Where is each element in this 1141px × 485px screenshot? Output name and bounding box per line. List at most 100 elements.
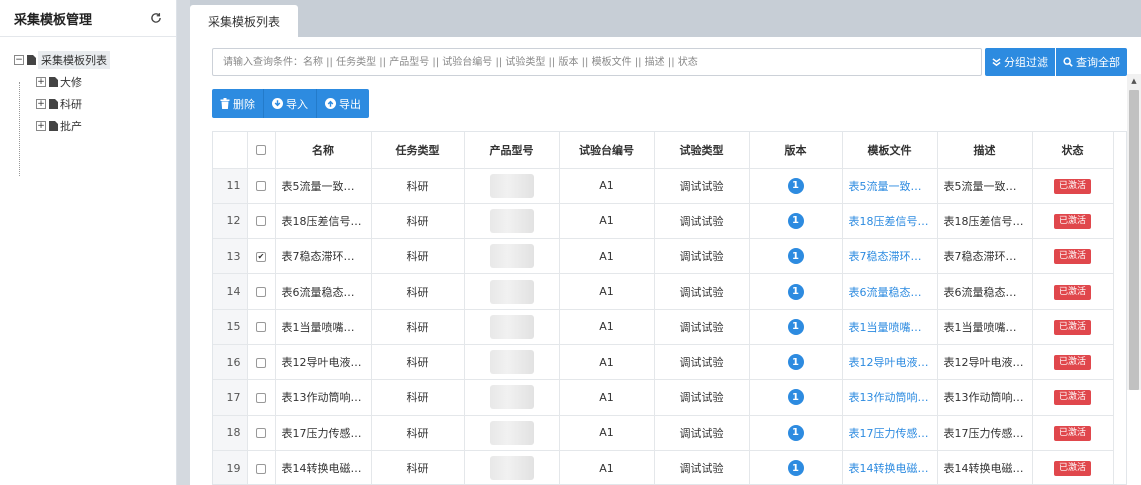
row-checkbox-cell[interactable] xyxy=(246,379,276,416)
file-icon xyxy=(49,99,58,109)
cell-template-file[interactable]: 表6流量稳态… xyxy=(841,273,938,310)
table-row[interactable]: 14 表6流量稳态… 科研 A1 调试试验 1 表6流量稳态… 表6流量稳态… 已激活 xyxy=(213,273,1114,310)
cell-product-model xyxy=(463,273,560,310)
table-row[interactable]: 12 表18压差信号… 科研 A1 调试试验 1 表18压差信号… 表18压差信号… 已激活 xyxy=(213,202,1114,240)
search-icon xyxy=(1063,57,1073,67)
header-version[interactable]: 版本 xyxy=(748,132,843,169)
expand-icon[interactable]: + xyxy=(36,121,46,131)
row-checkbox[interactable] xyxy=(256,392,266,403)
cell-template-file[interactable]: 表7稳态滞环… xyxy=(841,238,938,275)
row-checkbox[interactable] xyxy=(256,287,266,298)
cell-station: A1 xyxy=(558,414,655,451)
cell-station: A1 xyxy=(558,202,655,240)
tree-node-pichan[interactable]: + 批产 xyxy=(14,115,176,137)
search-input[interactable] xyxy=(212,48,982,76)
table-row[interactable]: 16 表12导叶电液… 科研 A1 调试试验 1 表12导叶电液… 表12导叶电液… 已激活 xyxy=(213,343,1114,381)
row-index: 12 xyxy=(213,202,248,240)
group-filter-button[interactable]: 分组过滤 xyxy=(985,48,1055,76)
redacted-value xyxy=(489,173,534,198)
tree-node-label[interactable]: 科研 xyxy=(60,96,82,112)
version-badge: 1 xyxy=(787,460,804,477)
header-template-file[interactable]: 模板文件 xyxy=(841,132,938,169)
cell-product-model xyxy=(463,202,560,240)
header-test-type[interactable]: 试验类型 xyxy=(653,132,750,169)
cell-template-file[interactable]: 表12导叶电液… xyxy=(841,343,938,381)
row-checkbox-cell[interactable] xyxy=(246,343,276,381)
toolbar: 删除 导入 导出 xyxy=(212,89,369,118)
row-checkbox-cell[interactable] xyxy=(246,414,276,451)
row-checkbox[interactable]: ✔ xyxy=(256,251,266,262)
scrollbar-thumb[interactable] xyxy=(1129,90,1139,390)
table-header-row: 名称 任务类型 产品型号 试验台编号 试验类型 版本 模板文件 描述 状态 xyxy=(213,132,1114,169)
header-station[interactable]: 试验台编号 xyxy=(558,132,655,169)
cell-template-file[interactable]: 表1当量喷嘴… xyxy=(841,308,938,345)
cell-name: 表13作动筒响… xyxy=(274,379,372,416)
import-label: 导入 xyxy=(286,97,308,111)
tree-node-keyan[interactable]: + 科研 xyxy=(14,93,176,115)
table-row[interactable]: 19 表14转换电磁… 科研 A1 调试试验 1 表14转换电磁… 表14转换电磁… 已激活 xyxy=(213,449,1114,484)
header-status[interactable]: 状态 xyxy=(1031,132,1114,169)
tab-template-list[interactable]: 采集模板列表 xyxy=(190,5,298,37)
select-all-checkbox[interactable] xyxy=(256,145,266,156)
cell-status: 已激活 xyxy=(1031,167,1114,204)
cell-version: 1 xyxy=(748,202,843,240)
table-row[interactable]: 18 表17压力传感… 科研 A1 调试试验 1 表17压力传感… 表17压力传感… 已激活 xyxy=(213,414,1114,451)
import-button[interactable]: 导入 xyxy=(264,89,317,118)
row-checkbox[interactable] xyxy=(256,216,266,227)
row-checkbox-cell[interactable] xyxy=(246,308,276,345)
table-row[interactable]: 17 表13作动筒响… 科研 A1 调试试验 1 表13作动筒响… 表13作动筒响… 已激活 xyxy=(213,379,1114,416)
collapse-icon[interactable]: − xyxy=(14,55,24,65)
refresh-icon[interactable] xyxy=(149,11,163,25)
cell-station: A1 xyxy=(558,238,655,275)
header-name[interactable]: 名称 xyxy=(274,132,372,169)
row-checkbox-cell[interactable] xyxy=(246,273,276,310)
cell-template-file[interactable]: 表5流量一致… xyxy=(841,167,938,204)
row-checkbox[interactable] xyxy=(256,322,266,333)
cell-description: 表17压力传感… xyxy=(936,414,1033,451)
delete-button[interactable]: 删除 xyxy=(212,89,264,118)
expand-icon[interactable]: + xyxy=(36,77,46,87)
row-checkbox-cell[interactable]: ✔ xyxy=(246,238,276,275)
cell-product-model xyxy=(463,167,560,204)
header-description[interactable]: 描述 xyxy=(936,132,1033,169)
trash-icon xyxy=(220,98,230,109)
row-checkbox-cell[interactable] xyxy=(246,202,276,240)
tree-node-label[interactable]: 采集模板列表 xyxy=(38,51,110,69)
tree-node-root[interactable]: − 采集模板列表 xyxy=(14,49,176,71)
template-table: 名称 任务类型 产品型号 试验台编号 试验类型 版本 模板文件 描述 状态 11… xyxy=(212,131,1127,485)
sidebar: 采集模板管理 − 采集模板列表 + 大修 + 科研 + 批产 xyxy=(0,0,177,485)
table-row[interactable]: 13 ✔ 表7稳态滞环… 科研 A1 调试试验 1 表7稳态滞环… 表7稳态滞环… 已激活 xyxy=(213,238,1114,275)
cell-name: 表14转换电磁… xyxy=(274,449,372,484)
tree-node-daxiu[interactable]: + 大修 xyxy=(14,71,176,93)
row-index: 15 xyxy=(213,308,248,345)
header-product-model[interactable]: 产品型号 xyxy=(463,132,560,169)
table-row[interactable]: 11 表5流量一致… 科研 A1 调试试验 1 表5流量一致… 表5流量一致… 已激活 xyxy=(213,167,1114,204)
cell-task-type: 科研 xyxy=(370,343,465,381)
query-all-label: 查询全部 xyxy=(1076,56,1120,69)
row-checkbox[interactable] xyxy=(256,357,266,368)
row-checkbox[interactable] xyxy=(256,181,266,192)
cell-template-file[interactable]: 表17压力传感… xyxy=(841,414,938,451)
cell-test-type: 调试试验 xyxy=(653,202,750,240)
export-button[interactable]: 导出 xyxy=(317,89,369,118)
header-checkbox[interactable] xyxy=(246,132,276,169)
cell-template-file[interactable]: 表18压差信号… xyxy=(841,202,938,240)
scroll-up-icon[interactable]: ▲ xyxy=(1127,74,1141,88)
vertical-scrollbar[interactable]: ▲ xyxy=(1127,74,1141,390)
table-row[interactable]: 15 表1当量喷嘴… 科研 A1 调试试验 1 表1当量喷嘴… 表1当量喷嘴… 已激活 xyxy=(213,308,1114,345)
expand-icon[interactable]: + xyxy=(36,99,46,109)
cell-version: 1 xyxy=(748,167,843,204)
cell-template-file[interactable]: 表14转换电磁… xyxy=(841,449,938,484)
row-checkbox[interactable] xyxy=(256,463,266,474)
cell-test-type: 调试试验 xyxy=(653,273,750,310)
cell-template-file[interactable]: 表13作动筒响… xyxy=(841,379,938,416)
cell-task-type: 科研 xyxy=(370,167,465,204)
redacted-value xyxy=(489,314,534,339)
header-task-type[interactable]: 任务类型 xyxy=(370,132,465,169)
query-all-button[interactable]: 查询全部 xyxy=(1056,48,1127,76)
row-checkbox-cell[interactable] xyxy=(246,167,276,204)
tree-node-label[interactable]: 批产 xyxy=(60,118,82,134)
tree-node-label[interactable]: 大修 xyxy=(60,74,82,90)
row-checkbox-cell[interactable] xyxy=(246,449,276,484)
row-checkbox[interactable] xyxy=(256,428,266,439)
